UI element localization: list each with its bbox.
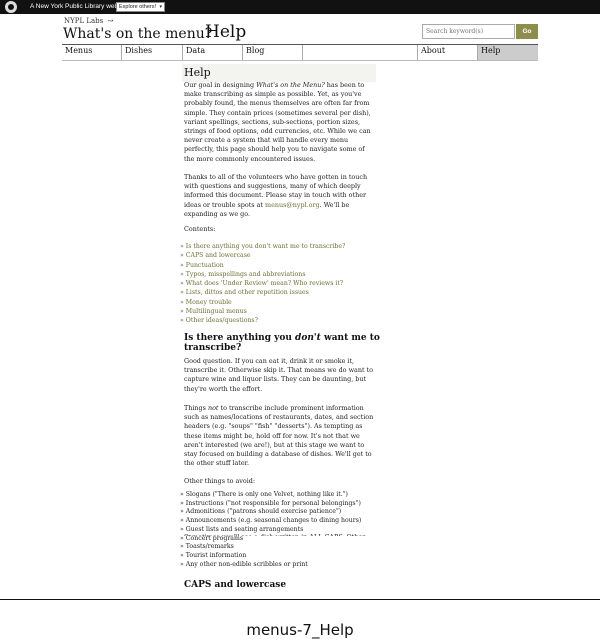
intro-paragraph: Our goal in designing What's on the Menu…: [184, 81, 371, 163]
explore-label: Explore others!: [119, 4, 156, 10]
toc-item[interactable]: » Multilingual menus: [180, 307, 376, 316]
avoid-item: » Tourist information: [180, 551, 247, 559]
section-heading-caps: CAPS and lowercase: [184, 580, 287, 590]
avoid-item: » Admonitions ("patrons should exercise …: [180, 508, 342, 516]
toc-item[interactable]: » Punctuation: [180, 261, 376, 270]
avoid-label: Other things to avoid:: [184, 477, 256, 485]
avoid-item: » Announcements (e.g. seasonal changes t…: [180, 517, 362, 525]
thanks-paragraph: Thanks to all of the volunteers who have…: [184, 173, 368, 218]
avoid-item: » Slogans ("There is only one Velvet, no…: [180, 491, 348, 498]
top-bar: A New York Public Library website Explor…: [0, 0, 600, 14]
email-link[interactable]: menus@nypl.org: [265, 201, 320, 209]
toc-item[interactable]: » Typos, misspellings and abbreviations: [180, 270, 376, 279]
contents-label: Contents:: [184, 225, 216, 233]
toc-item[interactable]: » Is there anything you don't want me to …: [180, 242, 376, 251]
nypl-labs-text: NYPL Labs: [64, 17, 104, 25]
labs-squiggle-icon: ↝: [107, 17, 114, 25]
nav-bottom-rule: [62, 60, 538, 61]
section-heading-transcribe: Is there anything you don't want me to t…: [184, 333, 380, 353]
toc-item[interactable]: » CAPS and lowercase: [180, 251, 376, 260]
help-title-band: [182, 64, 376, 82]
page-heading: Help: [205, 22, 247, 42]
toc-item[interactable]: » What does 'Under Review' mean? Who revi…: [180, 279, 376, 288]
contents-list: » Is there anything you don't want me to …: [180, 242, 376, 326]
nav-data[interactable]: Data: [182, 45, 241, 61]
avoid-item: » Any other non-edible scribbles or prin…: [180, 560, 308, 568]
not-transcribe-paragraph: Things not to transcribe include promine…: [184, 404, 374, 468]
toc-item[interactable]: » Other ideas/questions?: [180, 316, 376, 325]
avoid-list: » Slogans ("There is only one Velvet, no…: [180, 491, 376, 569]
nav-help[interactable]: Help: [477, 45, 538, 61]
caps-paragraph-cut: Sometimes you'll see a dish written in A…: [184, 533, 376, 536]
nypl-logo-icon[interactable]: [5, 1, 17, 13]
chevron-down-icon: ▾: [159, 4, 162, 10]
nav-about[interactable]: About: [417, 45, 476, 61]
search-input[interactable]: [422, 24, 515, 39]
nypl-site-text[interactable]: A New York Public Library website: [30, 2, 128, 12]
nav-blog[interactable]: Blog: [242, 45, 301, 61]
screenshot-caption: menus-7_Help: [246, 621, 354, 639]
nav-menus[interactable]: Menus: [62, 45, 120, 61]
site-title[interactable]: What's on the menu?: [63, 26, 212, 42]
nypl-labs-label[interactable]: NYPL Labs ↝: [64, 17, 113, 25]
explore-others-select[interactable]: Explore others! ▾: [116, 2, 165, 12]
avoid-item: » Instructions ("not responsible for per…: [180, 499, 361, 507]
transcribe-paragraph: Good question. If you can eat it, drink …: [184, 357, 373, 393]
nav-dishes[interactable]: Dishes: [121, 45, 181, 61]
help-title: Help: [184, 66, 211, 79]
toc-item[interactable]: » Lists, dittos and other repetition issu…: [180, 288, 376, 297]
nav-spacer: [302, 45, 416, 61]
go-button[interactable]: Go: [516, 24, 538, 39]
avoid-item: » Toasts/remarks: [180, 543, 234, 551]
toc-item[interactable]: » Money trouble: [180, 298, 376, 307]
